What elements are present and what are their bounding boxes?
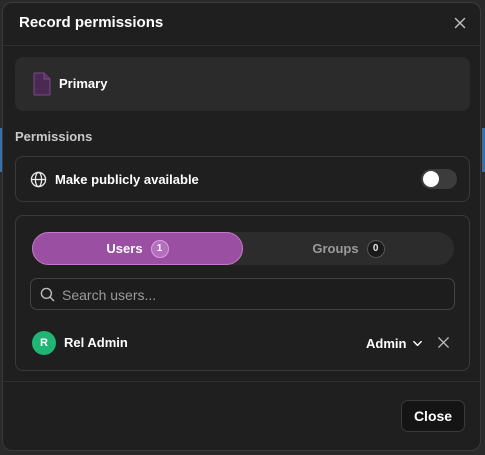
public-access-toggle[interactable] — [421, 169, 457, 189]
role-value: Admin — [366, 335, 407, 351]
public-access-row: Make publicly available — [15, 156, 470, 202]
chevron-down-icon — [413, 340, 423, 346]
user-row: R Rel Admin Admin — [30, 330, 455, 356]
permissions-heading: Permissions — [15, 129, 93, 144]
document-icon — [33, 72, 51, 96]
avatar: R — [32, 331, 56, 355]
record-permissions-dialog: Record permissions Primary Permissions M… — [2, 2, 481, 451]
groups-count-badge: 0 — [366, 239, 385, 258]
tab-groups[interactable]: Groups 0 — [243, 232, 454, 265]
globe-icon — [30, 171, 47, 188]
role-select[interactable]: Admin — [366, 335, 423, 351]
tab-groups-label: Groups — [312, 241, 359, 256]
toggle-knob — [423, 171, 439, 187]
search-icon — [40, 287, 55, 302]
users-groups-switch: Users 1 Groups 0 — [32, 232, 454, 265]
search-input[interactable] — [60, 279, 449, 311]
tab-users[interactable]: Users 1 — [32, 232, 243, 265]
access-panel: Users 1 Groups 0 R Rel Admin Admin — [15, 215, 470, 371]
dialog-title: Record permissions — [19, 14, 164, 31]
remove-user-icon[interactable] — [436, 335, 451, 350]
user-search-box — [30, 278, 455, 311]
user-name: Rel Admin — [64, 335, 128, 350]
record-name: Primary — [59, 76, 108, 91]
users-count-badge: 1 — [150, 239, 169, 258]
close-icon[interactable] — [452, 15, 468, 31]
public-access-label: Make publicly available — [55, 172, 199, 187]
tab-users-label: Users — [106, 241, 143, 256]
dialog-header: Record permissions — [3, 3, 480, 46]
footer-divider — [3, 381, 480, 382]
close-button[interactable]: Close — [401, 400, 465, 432]
record-card: Primary — [15, 57, 470, 111]
